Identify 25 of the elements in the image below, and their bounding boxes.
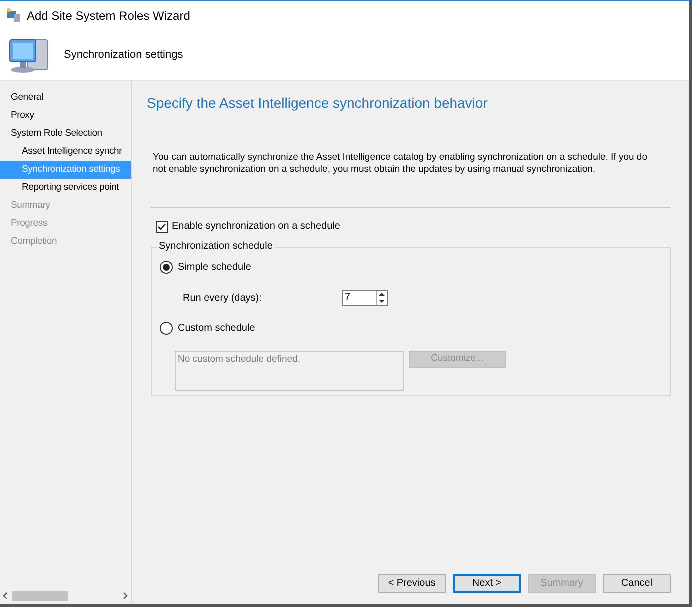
scrollbar[interactable] bbox=[0, 589, 131, 603]
wizard-button[interactable]: Cancel bbox=[603, 574, 671, 593]
window-title: Add Site System Roles Wizard bbox=[27, 8, 190, 24]
run-every-label: Run every (days): bbox=[183, 292, 263, 306]
sidebar-item[interactable]: Proxy bbox=[0, 107, 131, 125]
custom-schedule-box: No custom schedule defined. bbox=[175, 351, 404, 391]
sidebar-item[interactable]: Reporting services point bbox=[0, 179, 131, 197]
spin-arrows-icon[interactable] bbox=[377, 291, 387, 305]
radio-button[interactable] bbox=[160, 322, 173, 335]
option-label: Simple schedule bbox=[178, 261, 252, 275]
wizard-button[interactable]: < Previous bbox=[378, 574, 446, 593]
sidebar-item[interactable]: Asset Intelligence synchr bbox=[0, 143, 131, 161]
app-icon bbox=[6, 8, 21, 23]
page-title: Synchronization settings bbox=[64, 48, 184, 63]
radio-button[interactable] bbox=[160, 261, 173, 274]
days-spinbox[interactable]: 7 bbox=[342, 290, 388, 306]
enable-checkbox[interactable]: Enable synchronization on a schedule bbox=[156, 219, 671, 234]
option-label: Custom schedule bbox=[178, 322, 256, 336]
group-title: Synchronization schedule bbox=[157, 241, 275, 253]
description-text: You can automatically synchronize the Asset Intelligence catalog by enabling synchronization on a schedule. If you do not enable synchronization on a schedule, you must obtain the updates by using manual synchronization. bbox=[153, 152, 648, 176]
checkmark-icon bbox=[157, 222, 167, 232]
sidebar-item[interactable]: System Role Selection bbox=[0, 125, 131, 143]
wizard-button[interactable]: Next > bbox=[453, 574, 521, 593]
sidebar-item[interactable]: General bbox=[0, 89, 131, 107]
page-heading: Specify the Asset Intelligence synchronization behavior bbox=[147, 94, 489, 113]
